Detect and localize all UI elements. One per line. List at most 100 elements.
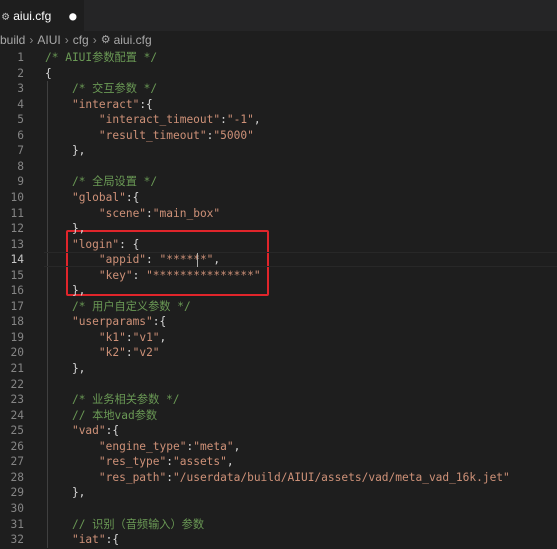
line-number: 27	[10, 455, 24, 469]
line-number: 1	[17, 51, 24, 64]
code-line[interactable]: 15 "key": "***************"	[0, 268, 557, 283]
line-number: 17	[10, 299, 24, 313]
code-text: "iat":{	[71, 533, 120, 547]
line-number: 16	[10, 284, 24, 298]
code-text: {	[45, 66, 52, 80]
code-line[interactable]: 5 "interact_timeout":"-1",	[0, 112, 557, 127]
code-line[interactable]: 21 },	[0, 361, 557, 376]
line-number: 31	[10, 517, 24, 531]
line-number: 24	[10, 408, 24, 422]
code-text: },	[45, 284, 86, 298]
code-text: "vad":{	[71, 424, 120, 438]
code-text: "key": "***************"	[98, 268, 261, 282]
code-text: "interact":{	[71, 97, 153, 111]
line-number: 15	[10, 268, 24, 282]
code-line[interactable]: 22	[0, 377, 557, 392]
line-number: 5	[17, 113, 24, 127]
code-text: "appid": "******",	[98, 253, 221, 267]
code-line[interactable]: 7 },	[0, 143, 557, 158]
breadcrumb-item-file[interactable]: aiui.cfg	[114, 33, 152, 47]
code-line[interactable]: 2{	[0, 66, 557, 81]
chevron-right-icon: ›	[29, 32, 34, 47]
line-number: 13	[10, 237, 24, 251]
chevron-right-icon: ›	[64, 32, 69, 47]
breadcrumb-item-build[interactable]: build	[0, 33, 25, 47]
code-line[interactable]: 20 "k2":"v2"	[0, 345, 557, 360]
code-line[interactable]: 26 "engine_type":"meta",	[0, 439, 557, 454]
code-line[interactable]: 31 // 识别（音频输入）参数	[0, 517, 557, 532]
code-line[interactable]: 17 /* 用户自定义参数 */	[0, 299, 557, 314]
code-line[interactable]: 30	[0, 501, 557, 516]
code-line[interactable]: 12 },	[0, 221, 557, 236]
line-number: 3	[17, 82, 24, 96]
tab-bar: ⚙ aiui.cfg ●	[0, 0, 557, 31]
code-line[interactable]: 10 "global":{	[0, 190, 557, 205]
chevron-right-icon: ›	[92, 32, 97, 47]
code-line[interactable]: 28 "res_path":"/userdata/build/AIUI/asse…	[0, 470, 557, 485]
line-number: 20	[10, 346, 24, 360]
line-number: 18	[10, 315, 24, 329]
line-number: 29	[10, 486, 24, 500]
line-number: 25	[10, 424, 24, 438]
code-text: "scene":"main_box"	[98, 206, 221, 220]
line-number: 28	[10, 470, 24, 484]
code-text: /* AIUI参数配置 */	[45, 51, 158, 64]
code-text: "res_path":"/userdata/build/AIUI/assets/…	[98, 470, 510, 484]
code-text: "result_timeout":"5000"	[98, 128, 254, 142]
code-line[interactable]: 14 "appid": "******",	[0, 252, 557, 267]
code-text: },	[45, 144, 86, 158]
code-text: },	[45, 362, 86, 375]
code-editor[interactable]: 1/* AIUI参数配置 */2{3 /* 交互参数 */4 "interact…	[0, 48, 557, 549]
line-number: 21	[10, 362, 24, 375]
code-text: "userparams":{	[71, 315, 167, 329]
code-text: /* 交互参数 */	[71, 82, 158, 96]
line-number: 22	[10, 377, 24, 391]
code-text: // 识别（音频输入）参数	[71, 517, 205, 531]
code-line[interactable]: 3 /* 交互参数 */	[0, 81, 557, 96]
code-text: "engine_type":"meta",	[98, 439, 241, 453]
code-text: "interact_timeout":"-1",	[98, 113, 261, 127]
code-text: "k2":"v2"	[98, 346, 160, 360]
code-line[interactable]: 19 "k1":"v1",	[0, 330, 557, 345]
code-line[interactable]: 18 "userparams":{	[0, 314, 557, 329]
code-line[interactable]: 8	[0, 159, 557, 174]
code-line[interactable]: 24 // 本地vad参数	[0, 408, 557, 423]
code-text: /* 用户自定义参数 */	[71, 299, 191, 313]
code-text: // 本地vad参数	[71, 408, 158, 422]
code-line[interactable]: 9 /* 全局设置 */	[0, 174, 557, 189]
tab-filename: aiui.cfg	[13, 9, 52, 23]
code-line[interactable]: 4 "interact":{	[0, 97, 557, 112]
line-number: 9	[17, 175, 24, 189]
breadcrumb: build › AIUI › cfg › ⚙ aiui.cfg	[0, 31, 557, 48]
code-line[interactable]: 6 "result_timeout":"5000"	[0, 128, 557, 143]
code-line[interactable]: 16 },	[0, 283, 557, 298]
line-number: 19	[10, 330, 24, 344]
code-line[interactable]: 32 "iat":{	[0, 532, 557, 547]
code-line[interactable]: 23 /* 业务相关参数 */	[0, 392, 557, 407]
code-line[interactable]: 11 "scene":"main_box"	[0, 206, 557, 221]
line-number: 4	[17, 97, 24, 111]
line-number: 10	[10, 190, 24, 204]
code-line[interactable]: 1 /* AIUI参数配置 */	[0, 50, 557, 65]
line-number: 11	[10, 206, 24, 220]
line-number: 7	[17, 144, 24, 158]
line-number: 14	[10, 253, 24, 267]
breadcrumb-item-cfg[interactable]: cfg	[73, 33, 89, 47]
code-text: },	[45, 222, 86, 236]
code-text: "global":{	[71, 190, 140, 204]
line-number: 8	[17, 159, 24, 173]
line-number: 32	[10, 533, 24, 547]
code-line[interactable]: 27 "res_type":"assets",	[0, 454, 557, 469]
line-number: 30	[10, 501, 24, 515]
code-text: "res_type":"assets",	[98, 455, 234, 469]
line-number: 6	[17, 128, 24, 142]
breadcrumb-item-aiui[interactable]: AIUI	[37, 33, 60, 47]
tab-aiui-cfg[interactable]: ⚙ aiui.cfg ●	[0, 0, 84, 31]
code-line[interactable]: 29 },	[0, 485, 557, 500]
code-line[interactable]: 25 "vad":{	[0, 423, 557, 438]
code-line[interactable]: 13 "login": {	[0, 237, 557, 252]
code-text: /* 全局设置 */	[71, 175, 158, 189]
code-text: "k1":"v1",	[98, 330, 167, 344]
code-text: },	[45, 486, 86, 500]
unsaved-dot-icon[interactable]: ●	[69, 9, 76, 23]
